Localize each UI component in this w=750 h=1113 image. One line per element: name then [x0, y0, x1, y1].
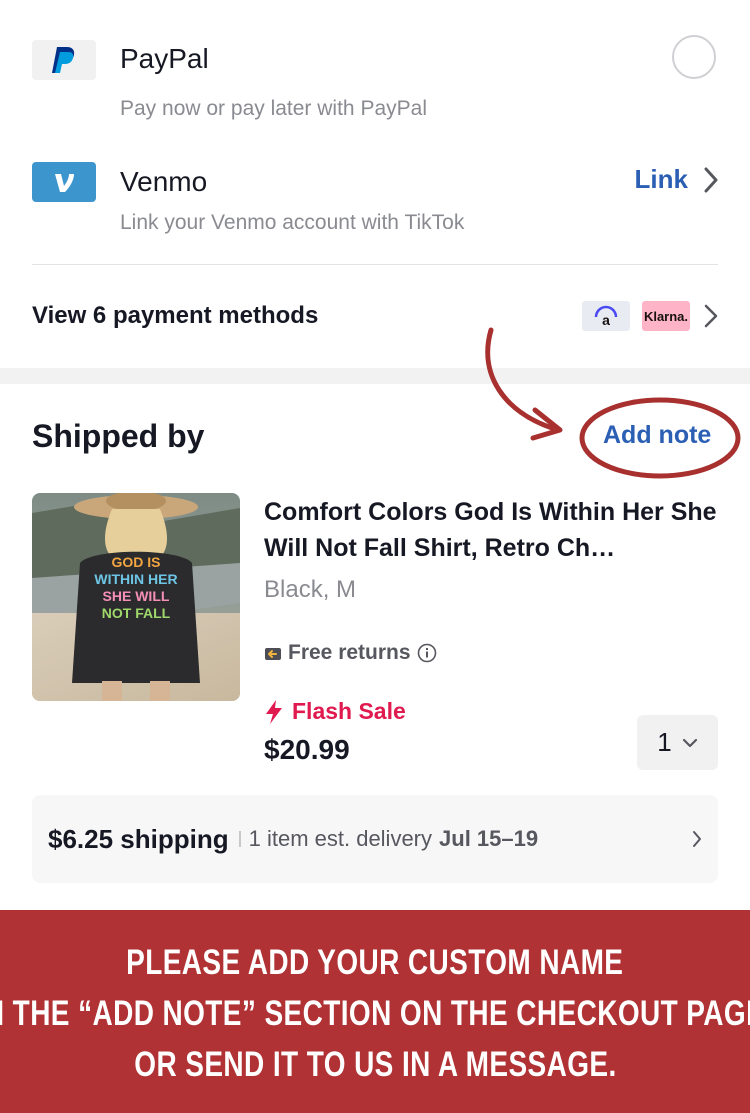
lightning-icon	[266, 699, 282, 724]
view-payment-methods-label: View 6 payment methods	[32, 302, 319, 329]
venmo-subtitle: Link your Venmo account with TikTok	[120, 211, 465, 234]
view-payment-methods-button[interactable]: View 6 payment methods a Klarna.	[32, 292, 718, 340]
chevron-down-icon	[682, 738, 697, 747]
shipping-estimate-label: 1 item est. delivery	[248, 826, 433, 851]
product-title[interactable]: Comfort Colors God Is Within Her She Wil…	[264, 494, 720, 566]
paypal-logo-icon	[32, 40, 96, 80]
shipping-delivery-date: Jul 15–19	[439, 826, 539, 851]
instruction-banner: Please add your custom name in the “add …	[0, 910, 750, 1113]
quantity-value: 1	[657, 727, 672, 757]
klarna-logo-icon: Klarna.	[642, 301, 690, 331]
shirt-text-line-3: SHE WILL	[103, 588, 170, 604]
chevron-right-icon	[693, 831, 701, 847]
chevron-right-icon	[704, 304, 718, 328]
shirt-text-line-4: NOT FALL	[102, 605, 171, 621]
paypal-radio-button[interactable]	[672, 35, 716, 79]
product-variant[interactable]: Black, M	[264, 576, 356, 604]
flash-sale-text: Flash Sale	[292, 698, 406, 724]
payment-option-venmo[interactable]: Venmo Link your Venmo account with TikTo…	[32, 162, 718, 242]
free-returns-info[interactable]: Free returns	[264, 641, 437, 665]
info-icon[interactable]	[417, 643, 437, 663]
shipping-separator	[238, 831, 241, 847]
add-note-button[interactable]: Add note	[603, 421, 711, 450]
free-returns-label: Free returns	[288, 641, 411, 664]
flash-sale-label: Flash Sale	[264, 698, 406, 725]
shirt-text-line-1: GOD IS	[111, 554, 160, 570]
divider	[32, 264, 718, 265]
affirm-logo-icon: a	[582, 301, 630, 331]
venmo-name: Venmo	[120, 166, 208, 197]
banner-line-1: Please add your custom name	[126, 943, 624, 982]
section-separator	[0, 368, 750, 384]
shipping-price: $6.25 shipping	[48, 823, 229, 854]
shipped-by-title: Shipped by	[32, 418, 205, 454]
venmo-link-label: Link	[634, 164, 688, 194]
payment-option-paypal[interactable]: PayPal Pay now or pay later with PayPal	[32, 35, 718, 130]
annotation-arrowhead	[530, 407, 563, 441]
chevron-right-icon	[704, 167, 718, 192]
product-image[interactable]: GOD IS WITHIN HER SHE WILL NOT FALL	[32, 493, 240, 701]
venmo-link-button[interactable]: Link	[635, 164, 718, 195]
product-price: $20.99	[264, 734, 350, 765]
shirt-text-line-2: WITHIN HER	[94, 571, 177, 587]
shipping-option-row[interactable]: $6.25 shipping 1 item est. delivery Jul …	[32, 795, 718, 883]
paypal-subtitle: Pay now or pay later with PayPal	[120, 97, 427, 120]
return-box-icon	[265, 648, 281, 660]
paypal-name: PayPal	[120, 43, 209, 74]
quantity-selector[interactable]: 1	[637, 715, 718, 770]
venmo-logo-icon	[32, 162, 96, 202]
svg-text:a: a	[602, 312, 610, 327]
banner-line-3: or send it to us in a message.	[133, 1045, 617, 1084]
banner-line-2: in the “add note” section on the checkou…	[0, 994, 750, 1033]
